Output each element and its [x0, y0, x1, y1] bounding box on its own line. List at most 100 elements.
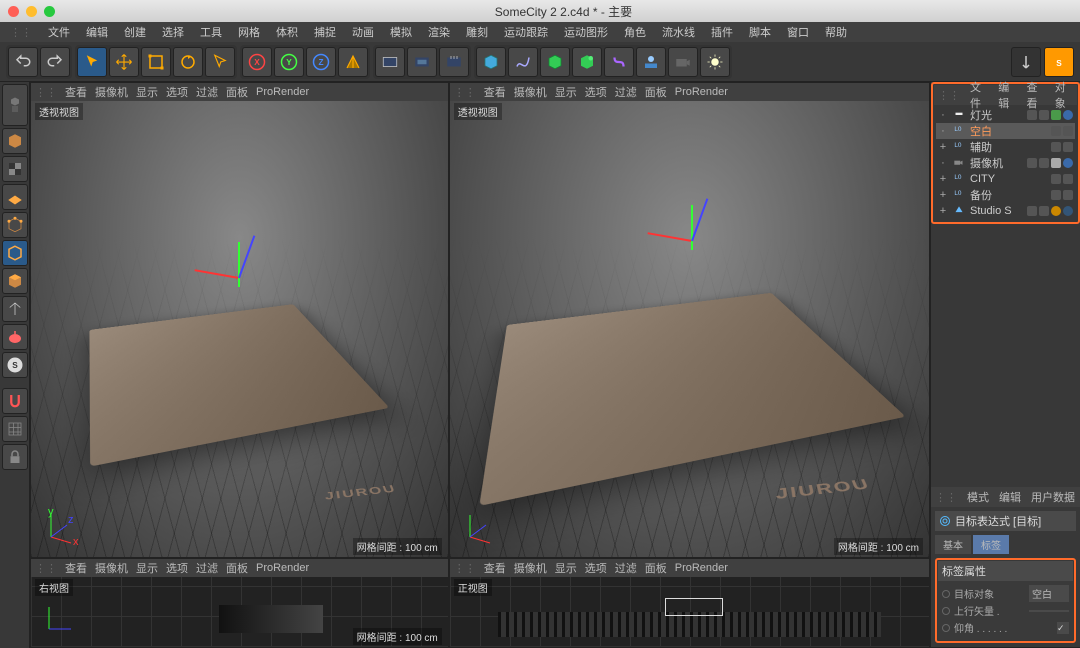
generator2-button[interactable] — [572, 47, 602, 77]
viewport-menu-item[interactable]: 选项 — [166, 560, 188, 576]
viewport-menu-item[interactable]: 摄像机 — [514, 560, 547, 576]
redo-button[interactable] — [40, 47, 70, 77]
s-button[interactable]: S — [1044, 47, 1074, 77]
object-row[interactable]: · 灯光 — [936, 107, 1075, 123]
render-pv-button[interactable] — [407, 47, 437, 77]
layer-flag[interactable] — [1051, 142, 1061, 152]
snap-settings[interactable] — [2, 416, 28, 442]
cube-primitive[interactable] — [476, 47, 506, 77]
viewport-menu-item[interactable]: 面板 — [645, 84, 667, 100]
viewport-menu-item[interactable]: 摄像机 — [514, 84, 547, 100]
snap-toggle[interactable] — [2, 388, 28, 414]
menu-item[interactable]: 窗口 — [781, 22, 815, 42]
menu-item[interactable]: 模拟 — [384, 22, 418, 42]
y-axis-toggle[interactable]: Y — [274, 47, 304, 77]
expand-icon[interactable]: · — [938, 157, 948, 169]
checkbox[interactable] — [1057, 622, 1069, 634]
viewport-menu-item[interactable]: 面板 — [226, 560, 248, 576]
edge-mode[interactable] — [2, 240, 28, 266]
viewport-menu-item[interactable]: 过滤 — [196, 560, 218, 576]
viewport-menu-item[interactable]: ProRender — [675, 86, 728, 98]
recent-tool[interactable] — [205, 47, 235, 77]
texture-mode[interactable] — [2, 156, 28, 182]
layer-flag[interactable] — [1027, 206, 1037, 216]
layer-flag[interactable] — [1051, 126, 1061, 136]
axis-mode[interactable] — [2, 296, 28, 322]
keyframe-dot[interactable] — [942, 590, 950, 598]
obj-tab[interactable]: 对象 — [1055, 79, 1073, 111]
viewport-menu-item[interactable]: 显示 — [555, 84, 577, 100]
camera-button[interactable] — [668, 47, 698, 77]
viewport-menu-item[interactable]: 查看 — [484, 560, 506, 576]
viewport-menu-item[interactable]: ProRender — [256, 86, 309, 98]
make-editable-button[interactable] — [2, 84, 28, 126]
menu-item[interactable]: 创建 — [118, 22, 152, 42]
menu-item[interactable]: 体积 — [270, 22, 304, 42]
viewport-menu-item[interactable]: 面板 — [645, 560, 667, 576]
vis-flag[interactable] — [1063, 174, 1073, 184]
vis-flag[interactable] — [1039, 158, 1049, 168]
attr-tab[interactable]: 用户数据 — [1031, 489, 1075, 505]
menu-item[interactable]: 运动图形 — [558, 22, 614, 42]
viewport-menu-item[interactable]: 查看 — [65, 84, 87, 100]
tweak-mode[interactable] — [2, 324, 28, 350]
menu-item[interactable]: 渲染 — [422, 22, 456, 42]
maximize-icon[interactable] — [44, 6, 55, 17]
attr-tab[interactable]: 编辑 — [999, 489, 1021, 505]
menu-item[interactable]: 插件 — [705, 22, 739, 42]
menu-item[interactable]: 网格 — [232, 22, 266, 42]
generator-button[interactable] — [540, 47, 570, 77]
attr-value[interactable] — [1029, 610, 1069, 612]
menu-item[interactable]: 捕捉 — [308, 22, 342, 42]
vis-flag[interactable] — [1063, 126, 1073, 136]
model-mode[interactable] — [2, 128, 28, 154]
light-button[interactable] — [700, 47, 730, 77]
menu-item[interactable]: 雕刻 — [460, 22, 494, 42]
attr-tab[interactable]: 模式 — [967, 489, 989, 505]
viewport-menu-item[interactable]: 选项 — [585, 560, 607, 576]
render-view-button[interactable] — [375, 47, 405, 77]
menu-item[interactable]: 运动跟踪 — [498, 22, 554, 42]
object-row[interactable]: + Studio S — [936, 203, 1075, 219]
close-icon[interactable] — [8, 6, 19, 17]
expand-icon[interactable]: · — [938, 125, 948, 137]
lock-toggle[interactable] — [2, 444, 28, 470]
menu-item[interactable]: 编辑 — [80, 22, 114, 42]
menu-item[interactable]: 工具 — [194, 22, 228, 42]
expand-icon[interactable]: + — [938, 141, 948, 153]
render-settings-button[interactable] — [439, 47, 469, 77]
object-row[interactable]: + L0 辅助 — [936, 139, 1075, 155]
target-tag-icon[interactable] — [1063, 110, 1073, 120]
viewport-menu-item[interactable]: 显示 — [136, 560, 158, 576]
minimize-icon[interactable] — [26, 6, 37, 17]
viewport-menu-item[interactable]: 摄像机 — [95, 560, 128, 576]
obj-tab[interactable]: 查看 — [1027, 79, 1045, 111]
expand-icon[interactable]: · — [938, 109, 948, 121]
object-row[interactable]: + L0 CITY — [936, 171, 1075, 187]
x-axis-toggle[interactable]: X — [242, 47, 272, 77]
menu-item[interactable]: 帮助 — [819, 22, 853, 42]
polygon-mode[interactable] — [2, 268, 28, 294]
attr-value[interactable]: 空白 — [1029, 585, 1069, 602]
viewport-menu-item[interactable]: ProRender — [675, 562, 728, 574]
vis-flag[interactable] — [1063, 142, 1073, 152]
viewport-menu-item[interactable]: 摄像机 — [95, 84, 128, 100]
viewport-front[interactable]: ⋮⋮查看摄像机显示选项过滤面板ProRender 正视图 — [449, 558, 930, 648]
layer-flag[interactable] — [1051, 174, 1061, 184]
move-tool[interactable] — [109, 47, 139, 77]
viewport-menu-item[interactable]: ProRender — [256, 562, 309, 574]
attr-subtab[interactable]: 基本 — [935, 535, 971, 554]
attr-subtab[interactable]: 标签 — [973, 535, 1009, 554]
scale-tool[interactable] — [141, 47, 171, 77]
expand-icon[interactable]: + — [938, 173, 948, 185]
workplane-mode[interactable] — [2, 184, 28, 210]
viewport-menu-item[interactable]: 过滤 — [615, 560, 637, 576]
z-axis-toggle[interactable]: Z — [306, 47, 336, 77]
layer-flag[interactable] — [1027, 158, 1037, 168]
environment-button[interactable] — [636, 47, 666, 77]
keyframe-dot[interactable] — [942, 624, 950, 632]
expand-icon[interactable]: + — [938, 205, 948, 217]
object-row[interactable]: · 摄像机 — [936, 155, 1075, 171]
vis-flag[interactable] — [1039, 110, 1049, 120]
object-row[interactable]: + L0 备份 — [936, 187, 1075, 203]
